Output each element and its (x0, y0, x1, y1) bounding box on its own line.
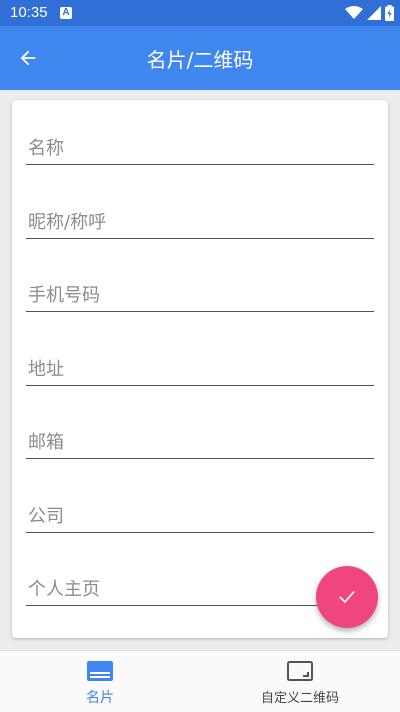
card-icon (87, 661, 113, 681)
email-field[interactable]: 邮箱 (26, 419, 374, 459)
bottom-navigation: 名片 自定义二维码 (0, 650, 400, 712)
business-card-form: 名称 昵称/称呼 手机号码 地址 邮箱 公司 个人主页 (12, 100, 388, 638)
wifi-icon (345, 6, 363, 19)
app-bar: 名片/二维码 (0, 26, 400, 90)
notification-a-icon: A (60, 7, 72, 19)
name-field[interactable]: 名称 (26, 125, 374, 165)
nav-tab-custom-qrcode[interactable]: 自定义二维码 (200, 651, 400, 712)
nav-tab-card-label: 名片 (86, 690, 114, 706)
phone-field[interactable]: 手机号码 (26, 272, 374, 312)
nickname-field[interactable]: 昵称/称呼 (26, 199, 374, 239)
phone-field-placeholder: 手机号码 (28, 285, 100, 306)
nav-tab-custom-qrcode-label: 自定义二维码 (260, 691, 339, 706)
qrcode-frame-icon (287, 661, 313, 681)
status-bar: 10:35 A (0, 0, 400, 26)
check-icon (339, 591, 355, 603)
email-field-placeholder: 邮箱 (28, 432, 64, 453)
company-field-placeholder: 公司 (28, 506, 64, 527)
confirm-fab-button[interactable] (316, 566, 378, 628)
address-field-placeholder: 地址 (28, 359, 64, 380)
company-field[interactable]: 公司 (26, 493, 374, 533)
name-field-placeholder: 名称 (28, 138, 64, 159)
battery-icon (385, 5, 394, 21)
homepage-field-placeholder: 个人主页 (28, 579, 100, 600)
status-icons (345, 4, 394, 22)
nav-tab-card[interactable]: 名片 (0, 651, 200, 712)
status-time: 10:35 (10, 4, 48, 21)
address-field[interactable]: 地址 (26, 346, 374, 386)
nickname-field-placeholder: 昵称/称呼 (28, 212, 107, 233)
signal-icon (367, 6, 381, 20)
page-title: 名片/二维码 (146, 48, 254, 72)
